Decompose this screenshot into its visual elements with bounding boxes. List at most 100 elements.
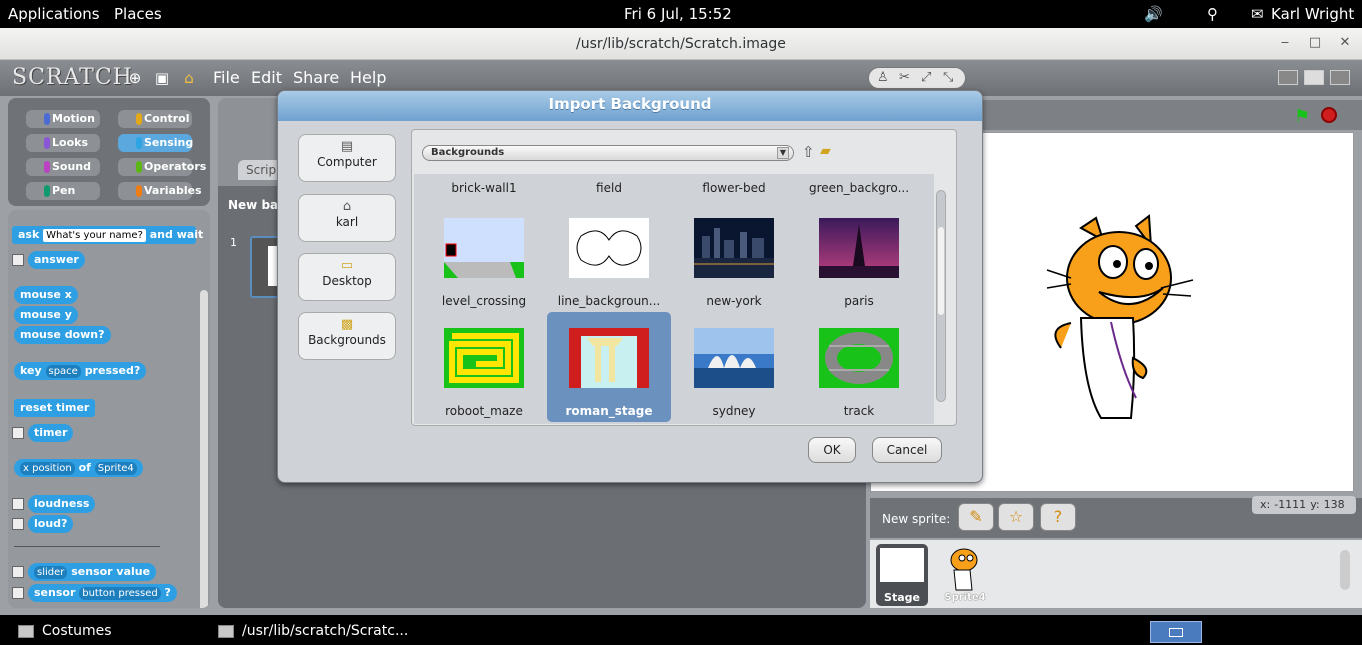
task-scratch[interactable]: /usr/lib/scratch/Scratc... <box>218 618 408 645</box>
loud-block[interactable]: loud? <box>28 515 74 533</box>
menu-share[interactable]: Share <box>293 68 339 87</box>
location-desktop[interactable]: ▭ Desktop <box>298 253 396 301</box>
scrollbar-thumb[interactable] <box>938 227 944 315</box>
user-menu[interactable]: Karl Wright <box>1271 5 1354 23</box>
palette-divider <box>14 546 160 547</box>
sprite4-thumbnail[interactable] <box>944 546 984 592</box>
applications-menu[interactable]: Applications <box>8 5 100 23</box>
loudness-block[interactable]: loudness <box>28 495 96 513</box>
close-button[interactable]: ✕ <box>1336 34 1354 52</box>
mouse-y-block[interactable]: mouse y <box>14 306 78 324</box>
stop-icon[interactable] <box>1321 107 1337 123</box>
loudness-checkbox[interactable] <box>12 498 24 510</box>
file-roman-stage[interactable]: roman_stage <box>547 312 671 422</box>
file-roboot-maze[interactable]: roboot_maze <box>422 312 546 422</box>
file-line-background[interactable]: line_backgroun... <box>547 202 671 312</box>
mouse-x-block[interactable]: mouse x <box>14 286 78 304</box>
chat-icon[interactable]: ✉ <box>1251 5 1264 23</box>
reset-timer-block[interactable]: reset timer <box>14 399 96 417</box>
sensor-value-block[interactable]: slider sensor value <box>28 563 157 581</box>
presentation-icon[interactable] <box>1330 70 1350 85</box>
volume-icon[interactable]: 🔊 <box>1144 5 1163 23</box>
delete-tool-icon[interactable]: ✂ <box>899 70 910 85</box>
key-pressed-block[interactable]: key space pressed? <box>14 362 147 380</box>
window-title: /usr/lib/scratch/Scratch.image <box>576 36 786 52</box>
category-looks[interactable]: Looks <box>26 134 100 152</box>
sprite-dropdown[interactable]: Sprite4 <box>94 462 137 475</box>
file-brick-wall1[interactable]: brick-wall1 <box>424 181 544 195</box>
category-variables[interactable]: Variables <box>118 182 202 200</box>
location-computer[interactable]: ▤ Computer <box>298 134 396 182</box>
attribute-dropdown[interactable]: x position <box>20 462 75 475</box>
file-field[interactable]: field <box>549 181 669 195</box>
new-folder-icon[interactable]: ▰ <box>820 143 831 159</box>
file-new-york[interactable]: new-york <box>672 202 796 312</box>
menu-edit[interactable]: Edit <box>251 68 282 87</box>
file-green-background[interactable]: green_backgro... <box>799 181 919 195</box>
parent-folder-icon[interactable]: ⇧ <box>802 143 815 161</box>
file-track[interactable]: track <box>797 312 921 422</box>
sensor-dropdown[interactable]: slider <box>34 566 68 579</box>
loud-checkbox[interactable] <box>12 518 24 530</box>
file-level-crossing[interactable]: level_crossing <box>422 202 546 312</box>
file-paris[interactable]: paris <box>797 202 921 312</box>
cancel-button[interactable]: Cancel <box>872 437 942 463</box>
shrink-tool-icon[interactable]: ⤡ <box>943 70 953 85</box>
new-sprite-label: New sprite: <box>882 512 951 526</box>
folder-icon: ▭ <box>340 258 354 273</box>
window-titlebar: /usr/lib/scratch/Scratch.image ‒ □ ✕ <box>0 28 1362 60</box>
ask-block[interactable]: ask What's your name? and wait <box>12 226 203 244</box>
maximize-button[interactable]: □ <box>1306 34 1324 52</box>
category-motion[interactable]: Motion <box>26 110 100 128</box>
paint-sprite-icon[interactable]: ✎ <box>958 503 994 531</box>
key-dropdown[interactable]: space <box>45 365 81 378</box>
file-browser-scrollbar[interactable] <box>936 190 946 402</box>
places-menu[interactable]: Places <box>114 5 162 23</box>
answer-checkbox[interactable] <box>12 254 24 266</box>
button-dropdown[interactable]: button pressed <box>79 587 161 600</box>
palette-scrollbar[interactable] <box>200 290 208 608</box>
duplicate-tool-icon[interactable]: ♙ <box>877 70 889 85</box>
category-operators[interactable]: Operators <box>118 158 206 176</box>
answer-block[interactable]: answer <box>28 251 85 269</box>
category-sound[interactable]: Sound <box>26 158 100 176</box>
timer-block[interactable]: timer <box>28 424 74 442</box>
grow-tool-icon[interactable]: ⤢ <box>921 70 931 85</box>
attribute-of-block[interactable]: x position of Sprite4 <box>14 459 143 477</box>
small-stage-icon[interactable] <box>1278 70 1298 85</box>
random-sprite-icon[interactable]: ? <box>1040 503 1076 531</box>
background-thumbnail[interactable] <box>250 236 280 298</box>
sensor-pressed-checkbox[interactable] <box>12 587 24 599</box>
menu-help[interactable]: Help <box>350 68 386 87</box>
path-dropdown[interactable]: Backgrounds ▼ <box>422 145 794 161</box>
green-flag-icon[interactable]: ⚑ <box>1294 106 1310 127</box>
choose-sprite-icon[interactable]: ☆ <box>998 503 1034 531</box>
mouse-coordinates: x: -1111 y: 138 <box>1252 496 1356 514</box>
network-icon[interactable]: ⚲ <box>1207 5 1218 23</box>
sydney-thumbnail <box>694 328 774 388</box>
timer-checkbox[interactable] <box>12 427 24 439</box>
task-costumes[interactable]: Costumes <box>18 618 112 645</box>
file-sydney[interactable]: sydney <box>672 312 796 422</box>
mouse-down-block[interactable]: mouse down? <box>14 326 111 344</box>
save-icon[interactable]: ▣ <box>153 69 171 87</box>
normal-stage-icon[interactable] <box>1304 70 1324 85</box>
category-pen[interactable]: Pen <box>26 182 100 200</box>
category-control[interactable]: Control <box>118 110 192 128</box>
location-backgrounds[interactable]: ▩ Backgrounds <box>298 312 396 360</box>
share-icon[interactable]: ⌂ <box>180 69 198 87</box>
ask-input[interactable]: What's your name? <box>43 229 146 242</box>
location-home[interactable]: ⌂ karl <box>298 194 396 242</box>
clock[interactable]: Fri 6 Jul, 15:52 <box>624 5 732 23</box>
workspace-switcher[interactable] <box>1150 621 1202 643</box>
file-flower-bed[interactable]: flower-bed <box>674 181 794 195</box>
minimize-button[interactable]: ‒ <box>1276 34 1294 52</box>
menu-file[interactable]: File <box>213 68 240 87</box>
language-globe-icon[interactable]: ⊕ <box>126 69 144 87</box>
sprite-scrollbar[interactable] <box>1340 550 1350 590</box>
ok-button[interactable]: OK <box>808 437 856 463</box>
window-icon <box>218 624 234 638</box>
sensor-pressed-block[interactable]: sensor button pressed ? <box>28 584 177 602</box>
category-sensing[interactable]: Sensing <box>118 134 193 152</box>
sensor-value-checkbox[interactable] <box>12 566 24 578</box>
